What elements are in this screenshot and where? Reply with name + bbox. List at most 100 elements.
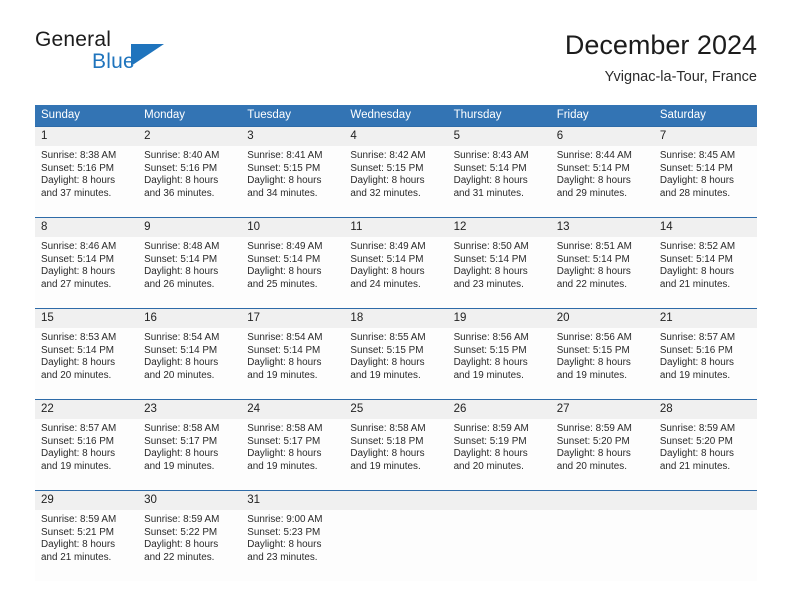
day-number[interactable]: 4 (344, 127, 447, 146)
sunrise-text: Sunrise: 8:57 AM (41, 423, 117, 434)
sunset-text: Sunset: 5:17 PM (144, 435, 218, 447)
sunrise-text: Sunrise: 9:00 AM (247, 514, 323, 525)
sunrise-text: Sunrise: 8:52 AM (659, 241, 736, 252)
weekday-sunday: Sunday (41, 109, 81, 121)
day-number[interactable]: 7 (654, 127, 757, 146)
day-number[interactable]: 16 (138, 309, 241, 328)
sunset-text: Sunset: 5:15 PM (453, 344, 527, 356)
day-cell[interactable]: Sunrise: 9:00 AM Sunset: 5:23 PM Dayligh… (241, 510, 344, 581)
day-cell[interactable]: Sunrise: 8:41 AM Sunset: 5:15 PM Dayligh… (241, 146, 344, 217)
day-cell-empty (654, 510, 757, 581)
day-number[interactable]: 17 (241, 309, 344, 328)
day-cell[interactable]: Sunrise: 8:56 AM Sunset: 5:15 PM Dayligh… (448, 328, 551, 399)
blue-triangle-icon (131, 44, 164, 66)
day-cell[interactable]: Sunrise: 8:59 AM Sunset: 5:19 PM Dayligh… (448, 419, 551, 490)
day-number[interactable]: 28 (654, 400, 757, 419)
day-number-empty (448, 491, 551, 510)
day-number[interactable]: 31 (241, 491, 344, 510)
day-cell[interactable]: Sunrise: 8:40 AM Sunset: 5:16 PM Dayligh… (138, 146, 241, 217)
day-cell[interactable]: Sunrise: 8:45 AM Sunset: 5:14 PM Dayligh… (654, 146, 757, 217)
day-number[interactable]: 30 (138, 491, 241, 510)
sunset-text: Sunset: 5:15 PM (247, 162, 321, 174)
day-cell[interactable]: Sunrise: 8:59 AM Sunset: 5:21 PM Dayligh… (35, 510, 138, 581)
sunrise-text: Sunrise: 8:58 AM (350, 423, 426, 434)
daylight-text-cont: and 20 minutes. (144, 369, 215, 381)
day-cell[interactable]: Sunrise: 8:57 AM Sunset: 5:16 PM Dayligh… (654, 328, 757, 399)
daylight-text: Daylight: 8 hours (144, 448, 219, 460)
day-cell[interactable]: Sunrise: 8:46 AM Sunset: 5:14 PM Dayligh… (35, 237, 138, 308)
daylight-text-cont: and 37 minutes. (41, 187, 112, 199)
daylight-text: Daylight: 8 hours (556, 357, 631, 369)
daylight-text: Daylight: 8 hours (350, 448, 425, 460)
calendar-grid: Sunday Monday Tuesday Wednesday Thursday… (35, 105, 757, 581)
day-cell[interactable]: Sunrise: 8:48 AM Sunset: 5:14 PM Dayligh… (138, 237, 241, 308)
day-cell[interactable]: Sunrise: 8:54 AM Sunset: 5:14 PM Dayligh… (241, 328, 344, 399)
day-number[interactable]: 5 (448, 127, 551, 146)
day-cell[interactable]: Sunrise: 8:51 AM Sunset: 5:14 PM Dayligh… (551, 237, 654, 308)
day-cell[interactable]: Sunrise: 8:53 AM Sunset: 5:14 PM Dayligh… (35, 328, 138, 399)
day-cell[interactable]: Sunrise: 8:59 AM Sunset: 5:22 PM Dayligh… (138, 510, 241, 581)
sunrise-text: Sunrise: 8:49 AM (350, 241, 426, 252)
day-number[interactable]: 1 (35, 127, 138, 146)
daylight-text-cont: and 34 minutes. (247, 187, 318, 199)
day-number[interactable]: 8 (35, 218, 138, 237)
calendar-page: General Blue December 2024 Yvignac-la-To… (0, 0, 792, 612)
daylight-text: Daylight: 8 hours (453, 175, 528, 187)
daylight-text: Daylight: 8 hours (556, 266, 631, 278)
day-number[interactable]: 9 (138, 218, 241, 237)
day-cell[interactable]: Sunrise: 8:49 AM Sunset: 5:14 PM Dayligh… (241, 237, 344, 308)
sunset-text: Sunset: 5:16 PM (659, 344, 733, 356)
day-number[interactable]: 24 (241, 400, 344, 419)
day-number[interactable]: 13 (551, 218, 654, 237)
day-number[interactable]: 11 (344, 218, 447, 237)
day-cell[interactable]: Sunrise: 8:56 AM Sunset: 5:15 PM Dayligh… (551, 328, 654, 399)
sunrise-text: Sunrise: 8:57 AM (659, 332, 736, 343)
day-number[interactable]: 25 (344, 400, 447, 419)
week-row: 29 30 31 Sunrise: 8:59 AM Sunset: 5:21 P… (35, 490, 757, 581)
day-cell[interactable]: Sunrise: 8:54 AM Sunset: 5:14 PM Dayligh… (138, 328, 241, 399)
sunrise-text: Sunrise: 8:43 AM (453, 150, 529, 161)
day-number[interactable]: 19 (448, 309, 551, 328)
day-cell[interactable]: Sunrise: 8:58 AM Sunset: 5:17 PM Dayligh… (241, 419, 344, 490)
day-number[interactable]: 21 (654, 309, 757, 328)
day-cell[interactable]: Sunrise: 8:42 AM Sunset: 5:15 PM Dayligh… (344, 146, 447, 217)
day-cell[interactable]: Sunrise: 8:57 AM Sunset: 5:16 PM Dayligh… (35, 419, 138, 490)
day-number[interactable]: 14 (654, 218, 757, 237)
day-number[interactable]: 3 (241, 127, 344, 146)
day-number[interactable]: 15 (35, 309, 138, 328)
day-cell[interactable]: Sunrise: 8:49 AM Sunset: 5:14 PM Dayligh… (344, 237, 447, 308)
day-cell[interactable]: Sunrise: 8:59 AM Sunset: 5:20 PM Dayligh… (654, 419, 757, 490)
week-daynumber-band: 29 30 31 (35, 490, 757, 510)
day-number[interactable]: 12 (448, 218, 551, 237)
sunrise-text: Sunrise: 8:50 AM (453, 241, 529, 252)
day-cell[interactable]: Sunrise: 8:50 AM Sunset: 5:14 PM Dayligh… (448, 237, 551, 308)
day-cell[interactable]: Sunrise: 8:44 AM Sunset: 5:14 PM Dayligh… (551, 146, 654, 217)
day-cell[interactable]: Sunrise: 8:38 AM Sunset: 5:16 PM Dayligh… (35, 146, 138, 217)
day-cell[interactable]: Sunrise: 8:58 AM Sunset: 5:18 PM Dayligh… (344, 419, 447, 490)
week-daynumber-band: 1 2 3 4 5 6 7 (35, 126, 757, 146)
day-cell[interactable]: Sunrise: 8:59 AM Sunset: 5:20 PM Dayligh… (551, 419, 654, 490)
day-number[interactable]: 22 (35, 400, 138, 419)
day-cell[interactable]: Sunrise: 8:43 AM Sunset: 5:14 PM Dayligh… (448, 146, 551, 217)
day-number[interactable]: 2 (138, 127, 241, 146)
logo-text-general: General (35, 28, 112, 51)
day-number[interactable]: 23 (138, 400, 241, 419)
daylight-text-cont: and 19 minutes. (247, 369, 318, 381)
day-cell[interactable]: Sunrise: 8:58 AM Sunset: 5:17 PM Dayligh… (138, 419, 241, 490)
day-cell[interactable]: Sunrise: 8:55 AM Sunset: 5:15 PM Dayligh… (344, 328, 447, 399)
day-number[interactable]: 20 (551, 309, 654, 328)
sunset-text: Sunset: 5:22 PM (144, 526, 218, 538)
day-number[interactable]: 6 (551, 127, 654, 146)
day-number[interactable]: 26 (448, 400, 551, 419)
sunrise-text: Sunrise: 8:59 AM (144, 514, 220, 525)
day-cell[interactable]: Sunrise: 8:52 AM Sunset: 5:14 PM Dayligh… (654, 237, 757, 308)
daylight-text: Daylight: 8 hours (659, 266, 734, 278)
page-subtitle: Yvignac-la-Tour, France (604, 69, 757, 85)
day-number[interactable]: 27 (551, 400, 654, 419)
day-number[interactable]: 29 (35, 491, 138, 510)
week-content-row: Sunrise: 8:46 AM Sunset: 5:14 PM Dayligh… (35, 237, 757, 308)
sunset-text: Sunset: 5:14 PM (144, 253, 218, 265)
day-number[interactable]: 18 (344, 309, 447, 328)
generalblue-logo[interactable]: General Blue (35, 28, 185, 84)
day-number[interactable]: 10 (241, 218, 344, 237)
